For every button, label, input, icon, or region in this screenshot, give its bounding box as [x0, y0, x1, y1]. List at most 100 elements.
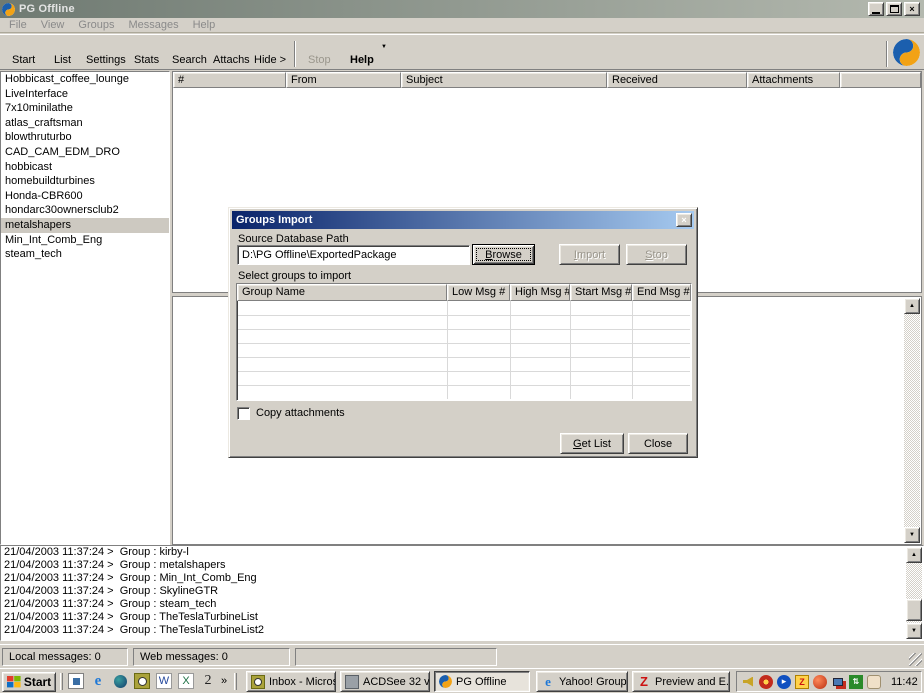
- sidebar-item[interactable]: homebuildturbines: [1, 174, 169, 189]
- column-subject[interactable]: Subject: [401, 72, 607, 88]
- column-end-msg[interactable]: End Msg #: [632, 284, 691, 301]
- local-messages-status: Local messages: 0: [2, 648, 128, 666]
- toolbar-search-button[interactable]: Search: [166, 51, 213, 69]
- start-button-label: Start: [24, 675, 51, 689]
- get-list-button[interactable]: Get List: [560, 433, 624, 454]
- network-offline-icon[interactable]: [831, 675, 845, 689]
- color-wheel-icon[interactable]: [759, 675, 773, 689]
- acdsee-icon: [345, 675, 359, 689]
- sidebar-item[interactable]: blowthruturbo: [1, 130, 169, 145]
- scroll-up-button[interactable]: ▲: [904, 298, 920, 314]
- sidebar-item[interactable]: hobbicast: [1, 160, 169, 175]
- menu-view[interactable]: View: [34, 18, 72, 32]
- toolbar-stop-button[interactable]: Stop: [302, 51, 337, 69]
- task-preview[interactable]: Z Preview and E...: [632, 671, 730, 692]
- close-dialog-button[interactable]: Close: [628, 433, 688, 454]
- close-button[interactable]: ×: [904, 2, 920, 16]
- menu-help[interactable]: Help: [186, 18, 223, 32]
- outlook-clock-icon[interactable]: [134, 673, 150, 689]
- sidebar-item[interactable]: steam_tech: [1, 247, 169, 262]
- quicklaunch-grip[interactable]: [60, 673, 63, 690]
- toolbar-list-button[interactable]: List: [48, 51, 77, 69]
- log-scroll-down-button[interactable]: ▼: [906, 623, 922, 639]
- copy-attachments-checkbox[interactable]: [237, 407, 250, 420]
- tray-clock[interactable]: 11:42: [891, 676, 918, 688]
- toolbar-hide-button[interactable]: Hide >: [248, 51, 292, 69]
- dialog-close-button[interactable]: ×: [676, 213, 692, 227]
- numeral-two-icon[interactable]: 2: [200, 673, 216, 689]
- sidebar-item[interactable]: Hobbicast_coffee_lounge: [1, 72, 169, 87]
- stop-button[interactable]: Stop: [626, 244, 687, 265]
- get-list-button-label: G: [573, 438, 582, 450]
- word-icon[interactable]: W: [156, 673, 172, 689]
- toolbar-start-button[interactable]: Start: [6, 51, 41, 69]
- column-start-msg[interactable]: Start Msg #: [570, 284, 632, 301]
- preview-scrollbar[interactable]: ▲ ▼: [904, 298, 920, 543]
- menu-file[interactable]: File: [2, 18, 34, 32]
- source-path-input[interactable]: [237, 245, 470, 265]
- resize-grip[interactable]: [909, 653, 922, 666]
- sidebar-item-selected[interactable]: metalshapers: [1, 218, 169, 233]
- sidebar-item[interactable]: 7x10minilathe: [1, 101, 169, 116]
- column-from[interactable]: From: [286, 72, 401, 88]
- message-list-header: # From Subject Received Attachments: [173, 72, 921, 88]
- source-path-label: Source Database Path: [238, 233, 349, 245]
- sidebar-item[interactable]: Honda-CBR600: [1, 189, 169, 204]
- toolbar-help-dropdown-icon[interactable]: ▼: [381, 44, 387, 50]
- toolbar-help-button[interactable]: Help: [344, 51, 380, 69]
- sidebar-item[interactable]: Min_Int_Comb_Eng: [1, 233, 169, 248]
- outlook-icon: [251, 675, 265, 689]
- task-acdsee[interactable]: ACDSee 32 v2...: [340, 671, 430, 692]
- app-logo-icon: [2, 3, 15, 16]
- sidebar-item[interactable]: hondarc30ownersclub2: [1, 203, 169, 218]
- task-label: Inbox - Micros...: [269, 676, 336, 688]
- z-app-icon: Z: [637, 675, 651, 689]
- status-panel-empty: [295, 648, 497, 666]
- toolbar-settings-button[interactable]: Settings: [80, 51, 132, 69]
- activity-log: 21/04/2003 11:37:24 > Group : kirby-l 21…: [0, 545, 924, 641]
- volume-icon[interactable]: [741, 675, 755, 689]
- log-scroll-thumb[interactable]: [906, 599, 922, 621]
- column-received[interactable]: Received: [607, 72, 747, 88]
- stop-button-label: S: [645, 249, 652, 261]
- sidebar-item[interactable]: LiveInterface: [1, 87, 169, 102]
- minimize-button[interactable]: [868, 2, 884, 16]
- task-inbox[interactable]: Inbox - Micros...: [246, 671, 336, 692]
- task-pg-offline[interactable]: PG Offline: [434, 671, 530, 692]
- dialog-title: Groups Import: [236, 214, 312, 226]
- log-scrollbar[interactable]: ▲ ▼: [906, 547, 922, 639]
- maximize-button[interactable]: [886, 2, 902, 16]
- scroll-down-button[interactable]: ▼: [904, 527, 920, 543]
- column-high-msg[interactable]: High Msg #: [510, 284, 570, 301]
- column-attachments[interactable]: Attachments: [747, 72, 840, 88]
- agent-icon[interactable]: [813, 675, 827, 689]
- update-arrows-icon[interactable]: ⇅: [849, 675, 863, 689]
- quicklaunch-overflow-chevron[interactable]: »: [219, 673, 229, 689]
- menu-groups[interactable]: Groups: [71, 18, 121, 32]
- excel-icon[interactable]: X: [178, 673, 194, 689]
- window-titlebar: PG Offline ×: [0, 0, 924, 18]
- windows-flag-icon: [7, 676, 21, 688]
- tasks-grip[interactable]: [234, 673, 237, 690]
- log-scroll-up-button[interactable]: ▲: [906, 547, 922, 563]
- browse-button[interactable]: Browse: [472, 244, 535, 265]
- task-yahoo-groups[interactable]: e Yahoo! Group...: [536, 671, 628, 692]
- media-player-icon[interactable]: ▸: [777, 675, 791, 689]
- column-low-msg[interactable]: Low Msg #: [447, 284, 510, 301]
- hand-pointer-icon[interactable]: [867, 675, 881, 689]
- start-button[interactable]: Start: [2, 672, 56, 692]
- sidebar-item[interactable]: atlas_craftsman: [1, 116, 169, 131]
- internet-explorer-icon[interactable]: e: [90, 673, 106, 689]
- pg-offline-logo-icon: [893, 39, 920, 66]
- column-group-name[interactable]: Group Name: [237, 284, 447, 301]
- globe-browser-icon[interactable]: [112, 673, 128, 689]
- column-number[interactable]: #: [173, 72, 286, 88]
- toolbar-stats-button[interactable]: Stats: [128, 51, 165, 69]
- show-desktop-icon[interactable]: [68, 673, 84, 689]
- log-entry: 21/04/2003 11:37:24 > Group : kirby-l: [1, 546, 923, 559]
- sidebar-item[interactable]: CAD_CAM_EDM_DRO: [1, 145, 169, 160]
- zonealarm-icon[interactable]: Z: [795, 675, 809, 689]
- groups-sidebar: Hobbicast_coffee_lounge LiveInterface 7x…: [0, 71, 170, 545]
- import-button[interactable]: Import: [559, 244, 620, 265]
- menu-messages[interactable]: Messages: [121, 18, 185, 32]
